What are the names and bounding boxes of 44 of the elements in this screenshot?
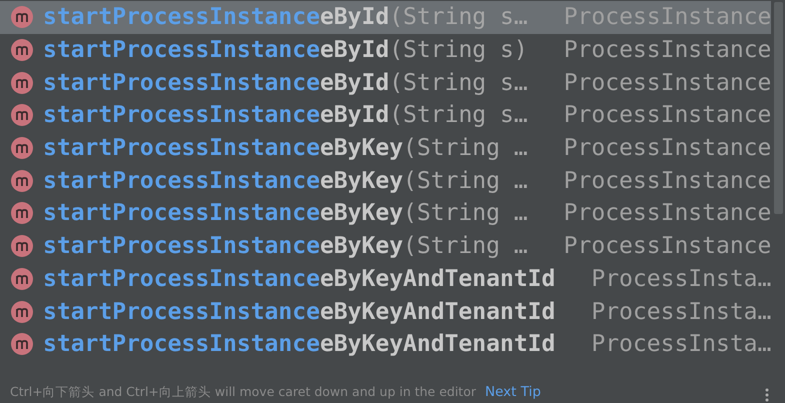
method-name: startProcessInstanceeByKey bbox=[43, 233, 404, 260]
method-icon bbox=[10, 332, 34, 356]
method-params: (String s… bbox=[389, 4, 528, 30]
method-name: startProcessInstanceeById bbox=[43, 102, 390, 128]
method-icon bbox=[10, 300, 34, 324]
method-icon bbox=[10, 103, 34, 128]
method-name: startProcessInstanceeByKey bbox=[43, 200, 404, 226]
return-type: ProcessInstance bbox=[564, 200, 772, 226]
method-params: (String s… bbox=[389, 70, 528, 96]
method-name: startProcessInstanceeByKey bbox=[43, 168, 404, 194]
method-name: startProcessInstanceeByKey bbox=[43, 135, 404, 162]
method-icon bbox=[10, 201, 34, 226]
method-name: startProcessInstanceeByKeyAndTenantId bbox=[43, 298, 556, 325]
method-name: startProcessInstanceeByKeyAndTenantId bbox=[43, 331, 556, 358]
method-params: (String s) bbox=[389, 37, 528, 64]
method-params: (String … bbox=[403, 233, 528, 260]
method-icon bbox=[10, 136, 34, 160]
method-params: (String … bbox=[403, 168, 528, 194]
method-name: startProcessInstanceeByKeyAndTenantId bbox=[43, 266, 556, 292]
return-type: ProcessInstance bbox=[564, 135, 772, 162]
return-type: ProcessInsta… bbox=[591, 298, 772, 325]
method-icon bbox=[10, 234, 34, 258]
more-icon[interactable] bbox=[765, 388, 769, 402]
return-type: ProcessInsta… bbox=[591, 331, 772, 358]
method-icon bbox=[10, 266, 34, 291]
method-icon bbox=[10, 5, 34, 30]
method-icon bbox=[10, 70, 34, 95]
method-name: startProcessInstanceeById bbox=[43, 4, 390, 30]
method-params: (String s… bbox=[389, 102, 528, 128]
method-params: (String … bbox=[403, 135, 528, 162]
return-type: ProcessInsta… bbox=[591, 266, 772, 292]
method-name: startProcessInstanceeById bbox=[43, 70, 390, 96]
method-icon bbox=[10, 38, 34, 62]
next-tip-link[interactable]: Next Tip bbox=[485, 384, 541, 400]
return-type: ProcessInstance bbox=[564, 70, 772, 96]
method-name: startProcessInstanceeById bbox=[43, 37, 390, 64]
hint-text: Ctrl+向下箭头 and Ctrl+向上箭头 will move caret down and up in the editor bbox=[10, 384, 476, 400]
return-type: ProcessInstance bbox=[564, 37, 772, 64]
return-type: ProcessInstance bbox=[564, 168, 772, 194]
return-type: ProcessInstance bbox=[564, 233, 772, 260]
scrollbar-thumb[interactable] bbox=[774, 2, 783, 214]
return-type: ProcessInstance bbox=[564, 102, 772, 128]
method-icon bbox=[10, 168, 34, 193]
method-params: (String … bbox=[403, 200, 528, 226]
